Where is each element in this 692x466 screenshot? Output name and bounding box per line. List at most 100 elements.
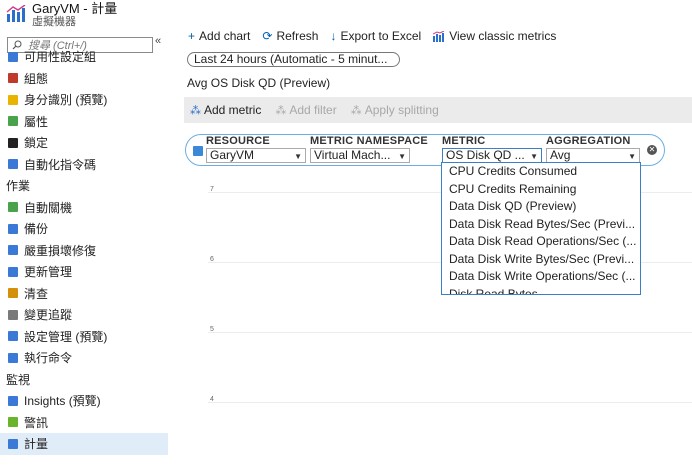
metric-option[interactable]: Data Disk Read Bytes/Sec (Previ... xyxy=(442,216,640,234)
y-tick-label: 7 xyxy=(210,186,214,193)
metric-option[interactable]: Data Disk Write Bytes/Sec (Previ... xyxy=(442,251,640,269)
sidebar-item[interactable]: 嚴重損壞修復 xyxy=(0,240,168,262)
sidebar-item[interactable]: 組態 xyxy=(0,68,168,90)
sidebar-nav: 可用性設定組 組態身分識別 (預覽) 屬性鎖定自動化指令碼作業自動關機備份嚴重損壞修… xyxy=(0,46,168,455)
chart-command-bar: ⁂ Add metric ⁂ Add filter ⁂ Apply splitt… xyxy=(184,97,692,123)
blade-subtitle: 虛擬機器 xyxy=(32,16,76,28)
sidebar-item[interactable]: 警訊 xyxy=(0,412,168,434)
aggregation-value: Avg xyxy=(550,148,571,162)
y-tick-label: 4 xyxy=(210,396,214,403)
add-metric-button[interactable]: ⁂ Add metric xyxy=(190,103,261,117)
plus-icon: + xyxy=(188,29,196,43)
metrics-icon xyxy=(8,438,18,449)
sidebar-item[interactable]: 計量 xyxy=(0,433,168,455)
alerts-icon xyxy=(8,417,18,428)
change-tracking-icon xyxy=(8,309,18,320)
refresh-button[interactable]: ⟳ Refresh xyxy=(262,29,318,43)
sidebar-item[interactable]: 變更追蹤 xyxy=(0,304,168,326)
sidebar-item-label: 自動關機 xyxy=(24,200,73,215)
aggregation-label: AGGREGATION xyxy=(546,135,631,147)
export-excel-button[interactable]: ↓ Export to Excel xyxy=(330,29,421,43)
metric-option[interactable]: CPU Credits Consumed xyxy=(442,163,640,181)
classic-metrics-icon xyxy=(433,30,445,42)
refresh-label: Refresh xyxy=(276,29,319,43)
chart-gridline xyxy=(208,332,692,333)
identity-icon xyxy=(8,94,18,105)
sidebar-item[interactable]: 清查 xyxy=(0,283,168,305)
insights-icon xyxy=(8,395,18,406)
sidebar: GaryVM - 計量 虛擬機器 搜尋 (Ctrl+/) « 可用性設定組 組態身… xyxy=(0,0,168,466)
sidebar-item[interactable]: 鎖定 xyxy=(0,132,168,154)
metric-select[interactable]: OS Disk QD ... ▼ xyxy=(442,148,542,163)
main-pane: + Add chart ⟳ Refresh ↓ Export to Excel … xyxy=(168,0,692,466)
sidebar-item-label: 自動化指令碼 xyxy=(24,157,97,172)
nav-group-heading: 作業 xyxy=(6,179,31,194)
filter-icon: ⁂ xyxy=(275,104,287,117)
sidebar-item[interactable]: 自動化指令碼 xyxy=(0,154,168,176)
metric-label: METRIC xyxy=(442,135,486,147)
sidebar-item-label: 身分識別 (預覽) xyxy=(24,93,108,108)
sidebar-item-label: 警訊 xyxy=(24,415,49,430)
add-chart-label: Add chart xyxy=(199,29,251,43)
apply-splitting-button[interactable]: ⁂ Apply splitting xyxy=(351,103,439,117)
lock-icon xyxy=(8,137,18,148)
properties-icon xyxy=(8,116,18,127)
sidebar-item[interactable]: 設定管理 (預覽) xyxy=(0,326,168,348)
download-icon: ↓ xyxy=(330,29,337,43)
classic-metrics-button[interactable]: View classic metrics xyxy=(433,29,556,43)
y-tick-label: 6 xyxy=(210,256,214,263)
sidebar-item-label: 可用性設定組 xyxy=(24,50,97,65)
metrics-logo-icon xyxy=(6,5,26,22)
chevron-down-icon: ▼ xyxy=(398,152,406,161)
time-range-picker[interactable]: Last 24 hours (Automatic - 5 minut... xyxy=(187,52,400,67)
auto-shutdown-icon xyxy=(8,202,18,213)
sidebar-item-label: 設定管理 (預覽) xyxy=(24,329,108,344)
sidebar-item-label: 計量 xyxy=(24,437,49,452)
automation-script-icon xyxy=(8,159,18,170)
refresh-icon: ⟳ xyxy=(262,29,273,43)
sidebar-item-label: 執行命令 xyxy=(24,351,73,366)
sidebar-item[interactable]: 執行命令 xyxy=(0,347,168,369)
close-icon[interactable]: ✕ xyxy=(647,145,657,155)
sidebar-item-label: 變更追蹤 xyxy=(24,308,73,323)
sidebar-item[interactable]: 屬性 xyxy=(0,111,168,133)
metric-value: OS Disk QD ... xyxy=(446,148,525,162)
namespace-label: METRIC NAMESPACE xyxy=(310,135,428,147)
sidebar-item[interactable]: 更新管理 xyxy=(0,261,168,283)
splitting-icon: ⁂ xyxy=(350,104,362,117)
availability-icon xyxy=(8,51,18,62)
sidebar-item-label: Insights (預覽) xyxy=(24,394,101,409)
sidebar-item-label: 清查 xyxy=(24,286,49,301)
metric-option[interactable]: Disk Read Bytes xyxy=(442,286,640,295)
aggregation-select[interactable]: Avg ▼ xyxy=(546,148,640,163)
inventory-icon xyxy=(8,288,18,299)
metric-option[interactable]: Data Disk QD (Preview) xyxy=(442,198,640,216)
classic-metrics-label: View classic metrics xyxy=(449,29,557,43)
sidebar-item-label: 屬性 xyxy=(24,114,49,129)
add-filter-button[interactable]: ⁂ Add filter xyxy=(275,103,336,117)
metric-option[interactable]: Data Disk Read Operations/Sec (... xyxy=(442,233,640,251)
sidebar-item[interactable]: 可用性設定組 xyxy=(0,46,168,68)
sidebar-item[interactable]: 自動關機 xyxy=(0,197,168,219)
namespace-value: Virtual Mach... xyxy=(314,148,391,162)
disaster-recovery-icon xyxy=(8,245,18,256)
add-chart-button[interactable]: + Add chart xyxy=(188,29,250,43)
vm-icon xyxy=(193,146,203,156)
sidebar-item-label: 組態 xyxy=(24,71,49,86)
namespace-select[interactable]: Virtual Mach... ▼ xyxy=(310,148,410,163)
export-label: Export to Excel xyxy=(340,29,422,43)
resource-select[interactable]: GaryVM ▼ xyxy=(206,148,306,163)
metric-field: METRIC OS Disk QD ... ▼ xyxy=(442,135,542,163)
metric-option[interactable]: Data Disk Write Operations/Sec (... xyxy=(442,268,640,286)
sidebar-item-label: 嚴重損壞修復 xyxy=(24,243,97,258)
blade-header: GaryVM - 計量 虛擬機器 xyxy=(6,2,117,28)
sidebar-item[interactable]: 備份 xyxy=(0,218,168,240)
metric-option[interactable]: CPU Credits Remaining xyxy=(442,181,640,199)
sidebar-item[interactable]: Insights (預覽) xyxy=(0,390,168,412)
add-filter-label: Add filter xyxy=(289,103,337,117)
resource-value: GaryVM xyxy=(210,148,255,162)
chart-title[interactable]: Avg OS Disk QD (Preview) xyxy=(187,76,330,90)
backup-icon xyxy=(8,223,18,234)
sidebar-item[interactable]: 身分識別 (預覽) xyxy=(0,89,168,111)
aggregation-field: AGGREGATION Avg ▼ xyxy=(546,135,640,163)
